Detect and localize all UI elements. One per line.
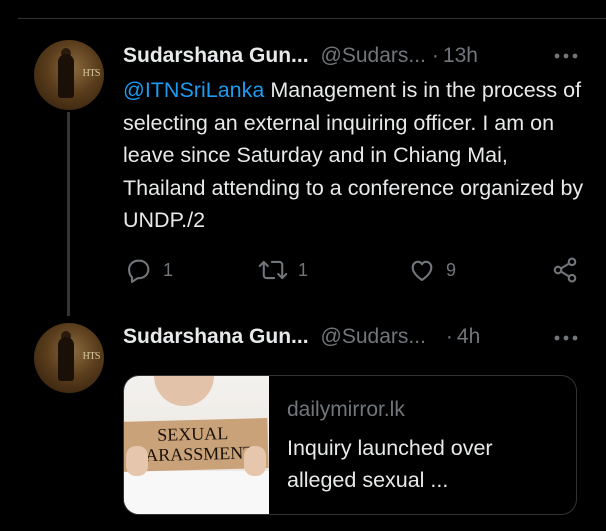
- display-name[interactable]: Sudarshana Gun...: [123, 325, 309, 349]
- mention-link[interactable]: @ITNSriLanka: [123, 78, 264, 102]
- avatar[interactable]: HTS: [34, 323, 104, 393]
- thread-connector-line: [67, 112, 70, 316]
- divider: [18, 18, 606, 19]
- more-options-icon[interactable]: [553, 333, 579, 343]
- card-title: Inquiry launched over alleged sexual ...: [287, 436, 493, 492]
- share-button[interactable]: [551, 256, 579, 284]
- tweet-text: @ITNSriLanka Management is in the process…: [123, 74, 588, 237]
- image-shirt: [124, 471, 269, 514]
- display-name[interactable]: Sudarshana Gun...: [123, 44, 309, 68]
- more-options-icon[interactable]: [553, 51, 579, 61]
- separator-dot: ·: [431, 44, 439, 67]
- retweet-button[interactable]: 1: [258, 256, 308, 284]
- like-button[interactable]: 9: [408, 256, 456, 284]
- tweet-header: Sudarshana Gun... @Sudars... · 13h: [123, 41, 478, 71]
- timestamp[interactable]: 13h: [443, 44, 478, 68]
- reply-icon: [128, 259, 150, 283]
- card-image: SEXUAL HARASSMENT: [124, 376, 269, 514]
- image-hand: [244, 446, 266, 476]
- separator-dot: ·: [445, 325, 453, 348]
- card-domain: dailymirror.lk: [287, 398, 405, 421]
- retweet-icon: [258, 260, 288, 280]
- like-count: 9: [446, 259, 457, 280]
- retweet-count: 1: [298, 259, 309, 280]
- link-card[interactable]: SEXUAL HARASSMENT dailymirror.lk Inquiry…: [123, 375, 577, 515]
- heart-icon: [411, 260, 433, 281]
- avatar[interactable]: HTS: [34, 40, 104, 110]
- tweet-header: Sudarshana Gun... @Sudars... · 4h: [123, 322, 480, 352]
- share-icon: [553, 257, 577, 283]
- image-neck: [154, 376, 214, 406]
- avatar-background-text: HTS: [82, 68, 101, 79]
- avatar-figure: [58, 54, 74, 98]
- avatar-background-text: HTS: [82, 351, 101, 362]
- user-handle[interactable]: @Sudars...: [321, 325, 426, 349]
- timestamp[interactable]: 4h: [457, 325, 480, 349]
- user-handle[interactable]: @Sudars...: [321, 44, 426, 68]
- reply-button[interactable]: 1: [125, 256, 173, 284]
- reply-count: 1: [163, 259, 174, 280]
- image-hand: [126, 446, 148, 476]
- avatar-figure: [58, 337, 74, 381]
